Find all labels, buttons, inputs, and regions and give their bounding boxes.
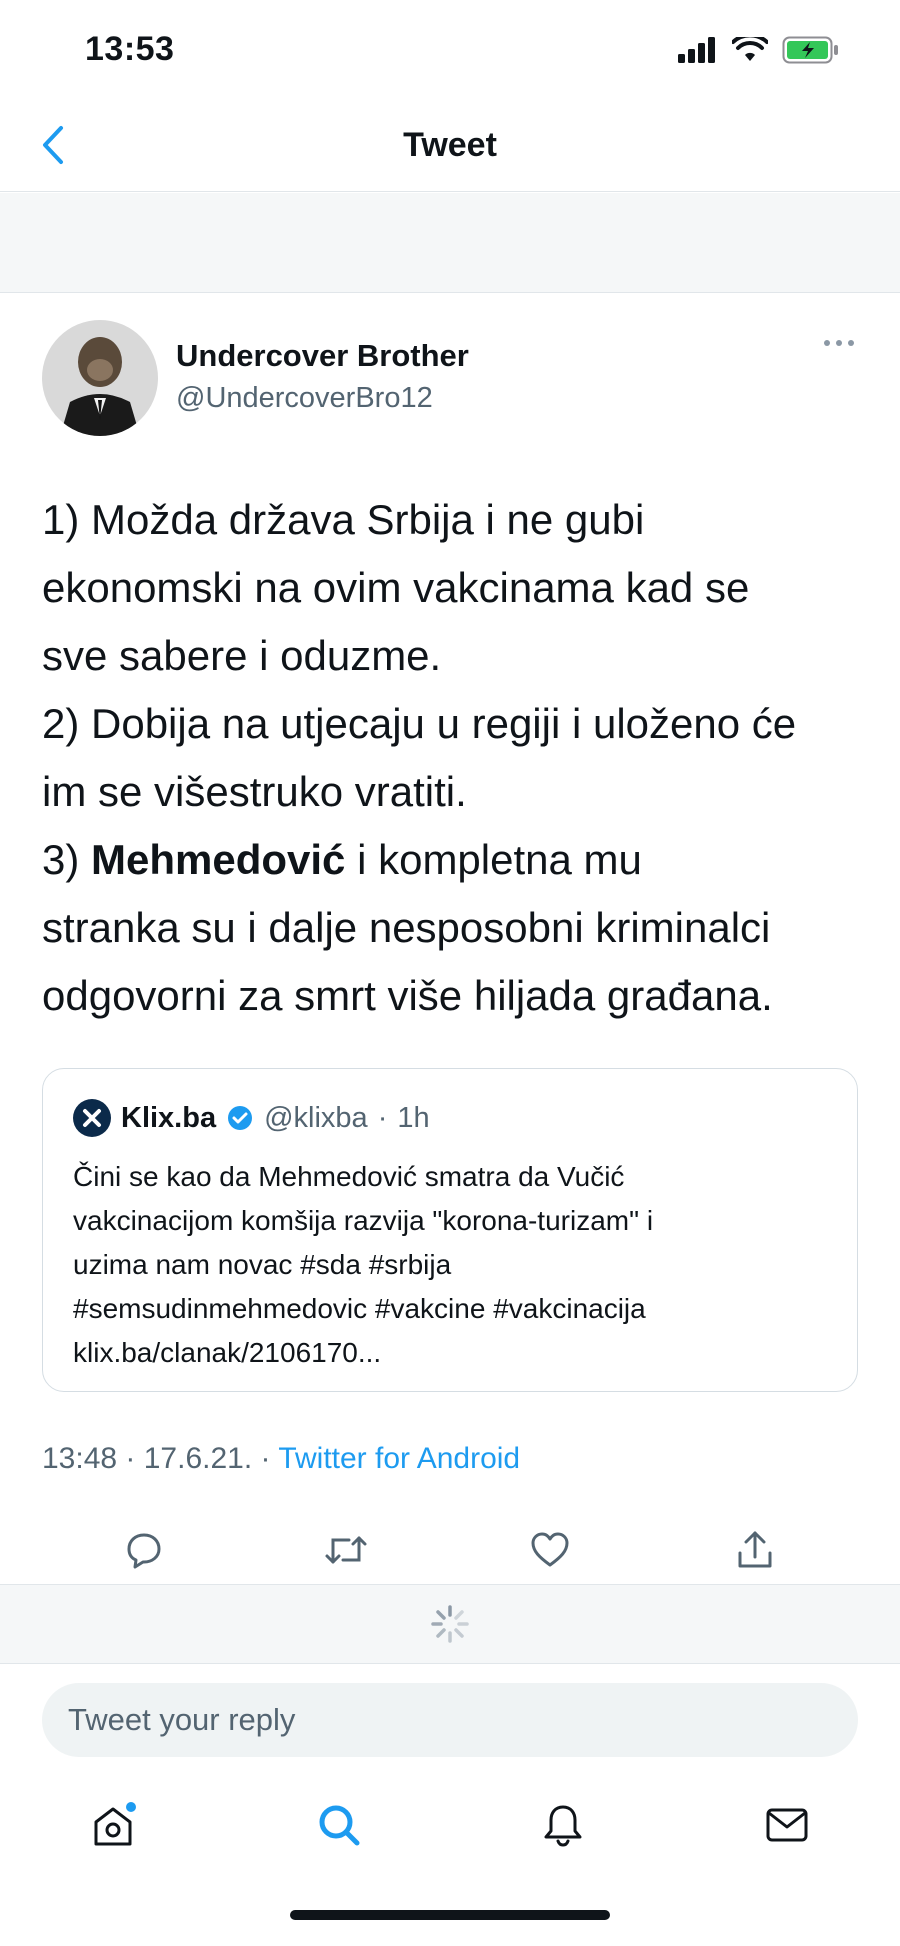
battery-icon <box>782 36 838 64</box>
page-title: Tweet <box>403 126 497 164</box>
tab-notifications[interactable] <box>528 1790 598 1860</box>
reply-button[interactable] <box>114 1520 174 1580</box>
quoted-tweet[interactable]: Klix.ba @klixba · 1h Čini se kao da Mehm… <box>42 1068 858 1392</box>
tweet-line: 2) Dobija na utjecaju u regiji i uloženo… <box>42 700 797 747</box>
quoted-author-handle: @klixba <box>264 1101 368 1134</box>
avatar[interactable] <box>42 320 158 436</box>
reply-input[interactable] <box>68 1702 828 1738</box>
replies-loading <box>0 1584 900 1664</box>
search-icon <box>319 1805 360 1846</box>
signal-icon <box>678 37 715 63</box>
tweet-line: odgovorni za smrt više hiljada građana. <box>42 972 773 1019</box>
top-divider-band <box>0 193 900 293</box>
quoted-line: #semsudinmehmedovic #vakcine #vakcinacij… <box>73 1293 646 1324</box>
reply-box[interactable] <box>42 1683 858 1757</box>
quoted-author-name: Klix.ba <box>121 1101 217 1134</box>
share-icon <box>738 1531 772 1568</box>
meta-separator: · <box>125 1442 144 1475</box>
reply-icon <box>127 1533 161 1569</box>
tweet-line: stranka su i dalje nesposobni kriminalci <box>42 904 771 951</box>
quoted-separator: · <box>377 1101 388 1134</box>
quoted-line: Čini se kao da Mehmedović smatra da Vuči… <box>73 1161 625 1192</box>
home-indicator[interactable] <box>290 1910 610 1920</box>
tab-home[interactable] <box>78 1790 148 1860</box>
retweet-button[interactable] <box>316 1520 376 1580</box>
tweet-line: sve sabere i oduzme. <box>42 632 442 679</box>
tweet-screen: 13:53 Tweet Undercover Brother @Undercov… <box>0 0 900 1946</box>
status-time: 13:53 <box>85 30 175 68</box>
tab-messages[interactable] <box>752 1790 822 1860</box>
retweet-icon <box>325 1536 367 1564</box>
author-name[interactable]: Undercover Brother <box>176 338 469 374</box>
avatar-image <box>42 320 158 436</box>
tab-search[interactable] <box>304 1790 374 1860</box>
tweet-line: 1) Možda država Srbija i ne gubi <box>42 496 645 543</box>
tweet-text: 1) Možda država Srbija i ne gubi ekonoms… <box>42 486 872 1030</box>
tweet-line: ekonomski na ovim vakcinama kad se <box>42 564 750 611</box>
tweet-line: im se višestruko vratiti. <box>42 768 467 815</box>
tweet-line-rest: i kompletna mu <box>345 836 642 883</box>
author-handle[interactable]: @UndercoverBro12 <box>176 382 433 415</box>
like-button[interactable] <box>520 1520 580 1580</box>
quoted-link[interactable]: klix.ba/clanak/2106170... <box>73 1331 843 1375</box>
meta-separator: · <box>260 1442 279 1475</box>
quoted-tweet-header: Klix.ba @klixba · 1h <box>73 1099 430 1137</box>
messages-icon <box>766 1808 808 1842</box>
loading-spinner-icon <box>431 1605 469 1643</box>
tweet-date: 17.6.21. <box>143 1442 253 1475</box>
klix-logo-icon <box>73 1099 111 1137</box>
more-icon[interactable] <box>824 340 854 346</box>
quoted-line: uzima nam novac #sda #srbija <box>73 1249 452 1280</box>
wifi-icon <box>732 37 768 61</box>
like-icon <box>531 1532 569 1567</box>
tweet-source-link[interactable]: Twitter for Android <box>278 1442 520 1475</box>
tab-bar <box>0 1790 900 1870</box>
quoted-age: 1h <box>397 1101 430 1134</box>
tweet-time: 13:48 <box>42 1442 118 1475</box>
tweet-line-prefix: 3) <box>42 836 92 883</box>
status-bar: 13:53 <box>0 0 900 100</box>
tweet-meta: 13:48 · 17.6.21. · Twitter for Android <box>42 1442 520 1476</box>
home-icon <box>94 1802 136 1846</box>
quoted-tweet-text: Čini se kao da Mehmedović smatra da Vuči… <box>73 1155 843 1375</box>
quoted-line: vakcinacijom komšija razvija "korona-tur… <box>73 1205 654 1236</box>
navigation-bar: Tweet <box>0 100 900 192</box>
verified-icon <box>228 1106 253 1130</box>
tweet-actions <box>0 1520 900 1580</box>
status-icons <box>678 36 840 64</box>
notifications-icon <box>544 1805 582 1847</box>
tweet-bold-name: Mehmedović <box>91 836 346 883</box>
share-button[interactable] <box>725 1520 785 1580</box>
tweet-line: 3) Mehmedović i kompletna mu <box>42 826 872 894</box>
